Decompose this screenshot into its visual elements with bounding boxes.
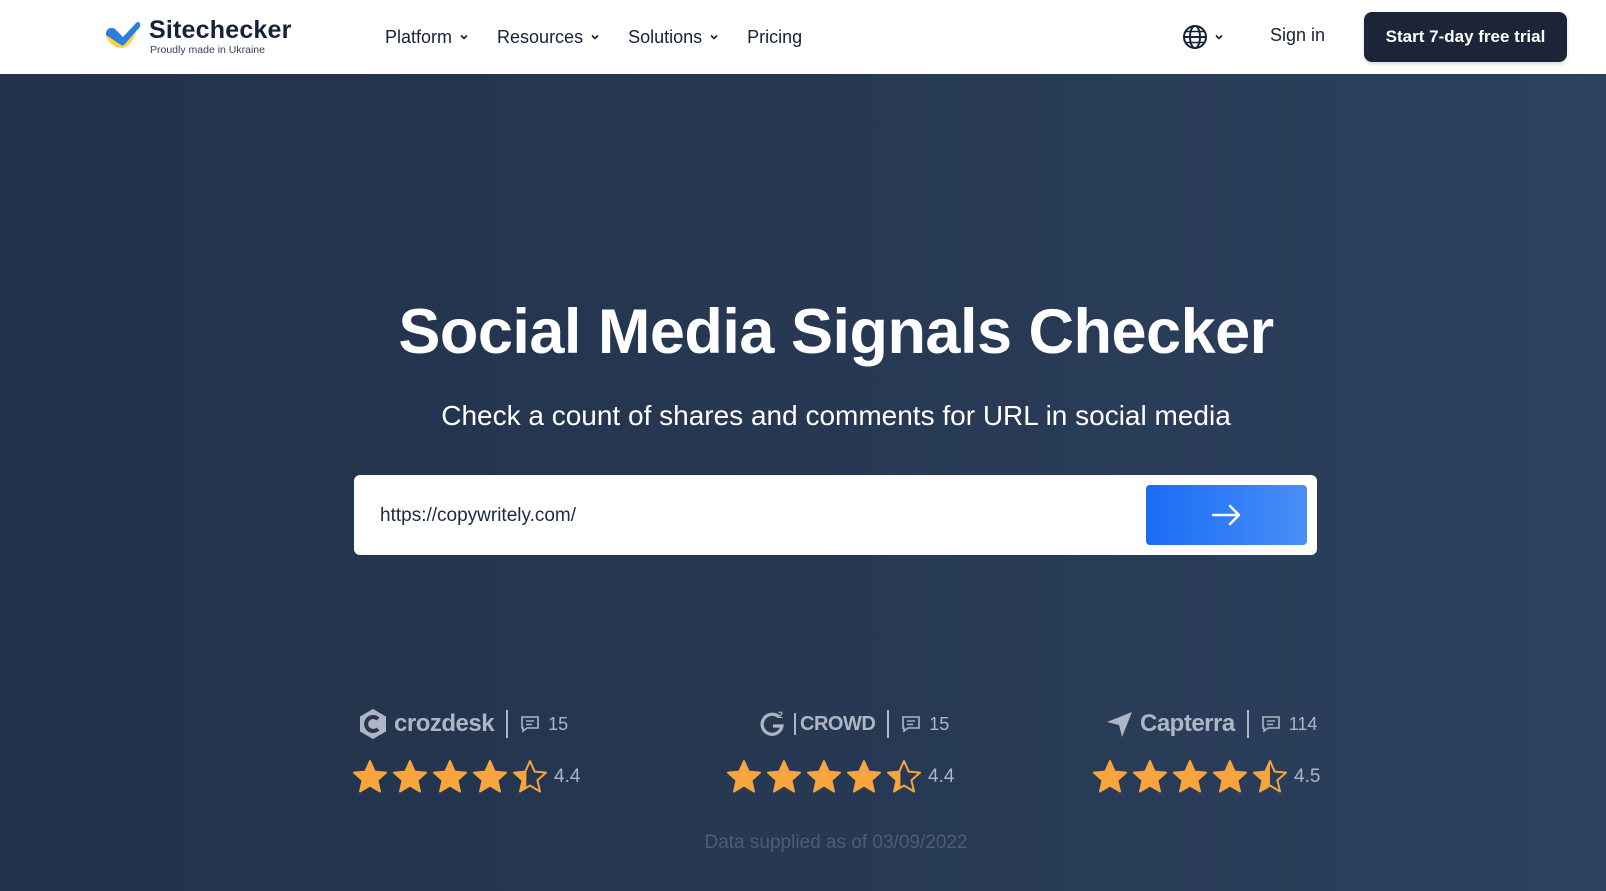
star-full-icon — [1213, 760, 1247, 793]
comment-icon — [521, 716, 539, 733]
g2-crowd-logo: 2 CROWD — [758, 709, 876, 739]
heart-logo-icon — [106, 21, 141, 48]
chevron-down-icon — [710, 34, 718, 40]
star-full-icon — [353, 760, 387, 793]
chevron-down-icon — [591, 34, 599, 40]
review-count-value: 15 — [929, 713, 950, 734]
crozdesk-icon — [360, 709, 386, 739]
nav-pricing[interactable]: Pricing — [747, 27, 802, 48]
star-partial-icon — [513, 760, 547, 793]
crozdesk-logo: crozdesk — [358, 708, 495, 740]
hero-section: Social Media Signals Checker Check a cou… — [0, 74, 1606, 891]
brand-name: Sitechecker — [149, 16, 292, 44]
star-partial-icon — [1253, 760, 1287, 793]
star-partial-icon — [887, 760, 921, 793]
capterra-name: Capterra — [1140, 710, 1235, 737]
page-title: Social Media Signals Checker — [398, 297, 1274, 367]
divider — [506, 710, 509, 738]
sitechecker-logo[interactable]: Sitechecker Proudly made in Ukraine — [104, 16, 314, 58]
start-trial-button[interactable]: Start 7-day free trial — [1364, 12, 1567, 62]
globe-icon — [1183, 25, 1207, 49]
page-subtitle: Check a count of shares and comments for… — [441, 400, 1231, 431]
divider — [887, 710, 890, 738]
rating-g2-crowd[interactable]: 2 CROWD 15 4.4 — [727, 704, 954, 824]
review-count: 114 — [1261, 713, 1318, 735]
star-full-icon — [473, 760, 507, 793]
star-full-icon — [1173, 760, 1207, 793]
star-full-icon — [847, 760, 881, 793]
nav-resources-label: Resources — [497, 26, 584, 47]
star-full-icon — [393, 760, 427, 793]
nav-solutions[interactable]: Solutions — [628, 27, 719, 48]
stars-rating: 4.4 — [726, 759, 954, 795]
check-url-button[interactable] — [1146, 485, 1307, 545]
nav-solutions-label: Solutions — [628, 26, 703, 47]
url-search-form — [354, 475, 1317, 555]
comment-icon — [1261, 716, 1280, 733]
star-full-icon — [807, 760, 841, 793]
svg-text:2: 2 — [778, 710, 783, 720]
divider — [1246, 710, 1249, 738]
arrow-right-icon — [1211, 504, 1240, 526]
star-full-icon — [767, 760, 801, 793]
comment-icon — [902, 716, 921, 733]
nav-platform-label: Platform — [385, 26, 453, 47]
chevron-down-icon — [1215, 34, 1223, 40]
review-count-value: 15 — [548, 713, 569, 734]
rating-capterra[interactable]: Capterra 114 4.5 — [1093, 704, 1320, 824]
star-full-icon — [727, 760, 761, 793]
review-count-value: 114 — [1288, 713, 1318, 734]
nav-pricing-label: Pricing — [747, 26, 803, 47]
logo-divider — [794, 713, 796, 735]
brand-tagline: Proudly made in Ukraine — [150, 44, 265, 56]
rating-score: 4.4 — [554, 766, 581, 787]
language-selector[interactable] — [1182, 22, 1224, 52]
sign-in-link[interactable]: Sign in — [1270, 25, 1325, 46]
rating-crozdesk[interactable]: crozdesk 15 4.4 — [353, 704, 580, 824]
capterra-logo: Capterra — [1106, 710, 1235, 738]
url-input[interactable] — [378, 495, 1082, 537]
data-supplied-note: Data supplied as of 03/09/2022 — [704, 832, 968, 853]
star-full-icon — [1133, 760, 1167, 793]
rating-score: 4.4 — [928, 766, 955, 787]
capterra-icon — [1107, 712, 1132, 737]
g2-crowd-name: CROWD — [800, 712, 876, 735]
review-count: 15 — [901, 714, 949, 735]
stars-rating: 4.4 — [352, 759, 580, 795]
star-full-icon — [433, 760, 467, 793]
crozdesk-name: crozdesk — [394, 710, 495, 737]
g2-icon: 2 — [760, 710, 784, 736]
chevron-down-icon — [460, 34, 468, 40]
nav-platform[interactable]: Platform — [385, 27, 469, 48]
star-full-icon — [1093, 760, 1127, 793]
rating-score: 4.5 — [1294, 766, 1321, 787]
top-navigation-bar: Sitechecker Proudly made in Ukraine Plat… — [0, 0, 1606, 74]
nav-resources[interactable]: Resources — [497, 27, 600, 48]
review-ratings: crozdesk 15 4.4 2 CROWD 15 4.4 Capterra … — [0, 704, 1606, 824]
main-nav: Platform Resources Solutions Pricing — [385, 0, 830, 74]
review-count: 15 — [520, 714, 568, 735]
stars-rating: 4.5 — [1092, 759, 1320, 795]
